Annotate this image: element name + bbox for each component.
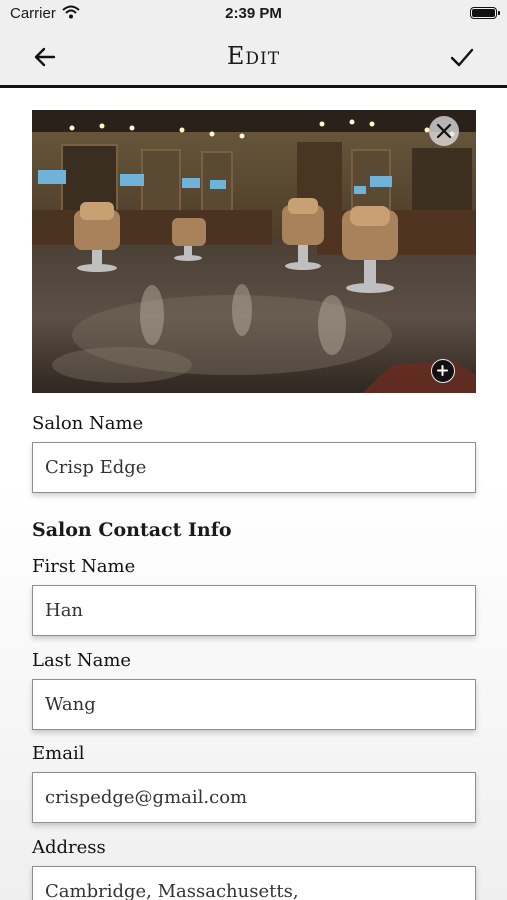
salon-name-label: Salon Name	[32, 413, 144, 434]
contact-section-title: Salon Contact Info	[32, 519, 232, 541]
first-name-label: First Name	[32, 556, 136, 577]
address-label: Address	[32, 837, 106, 858]
checkmark-icon[interactable]	[449, 44, 475, 70]
navigation-bar: Edit	[0, 28, 507, 88]
battery-icon	[470, 7, 500, 19]
page-title: Edit	[226, 42, 281, 70]
salon-interior-image	[32, 110, 476, 393]
plus-icon[interactable]	[431, 359, 455, 383]
email-label: Email	[32, 743, 85, 764]
email-field[interactable]: crispedge@gmail.com	[32, 772, 476, 823]
first-name-field[interactable]: Han	[32, 585, 476, 636]
status-time: 2:39 PM	[225, 5, 282, 22]
last-name-label: Last Name	[32, 650, 132, 671]
status-bar: Carrier 2:39 PM	[0, 0, 507, 28]
last-name-field[interactable]: Wang	[32, 679, 476, 730]
address-field[interactable]: Cambridge, Massachusetts,	[32, 866, 476, 900]
salon-name-field[interactable]: Crisp Edge	[32, 442, 476, 493]
close-icon[interactable]	[429, 116, 459, 146]
salon-photo[interactable]	[32, 110, 476, 393]
